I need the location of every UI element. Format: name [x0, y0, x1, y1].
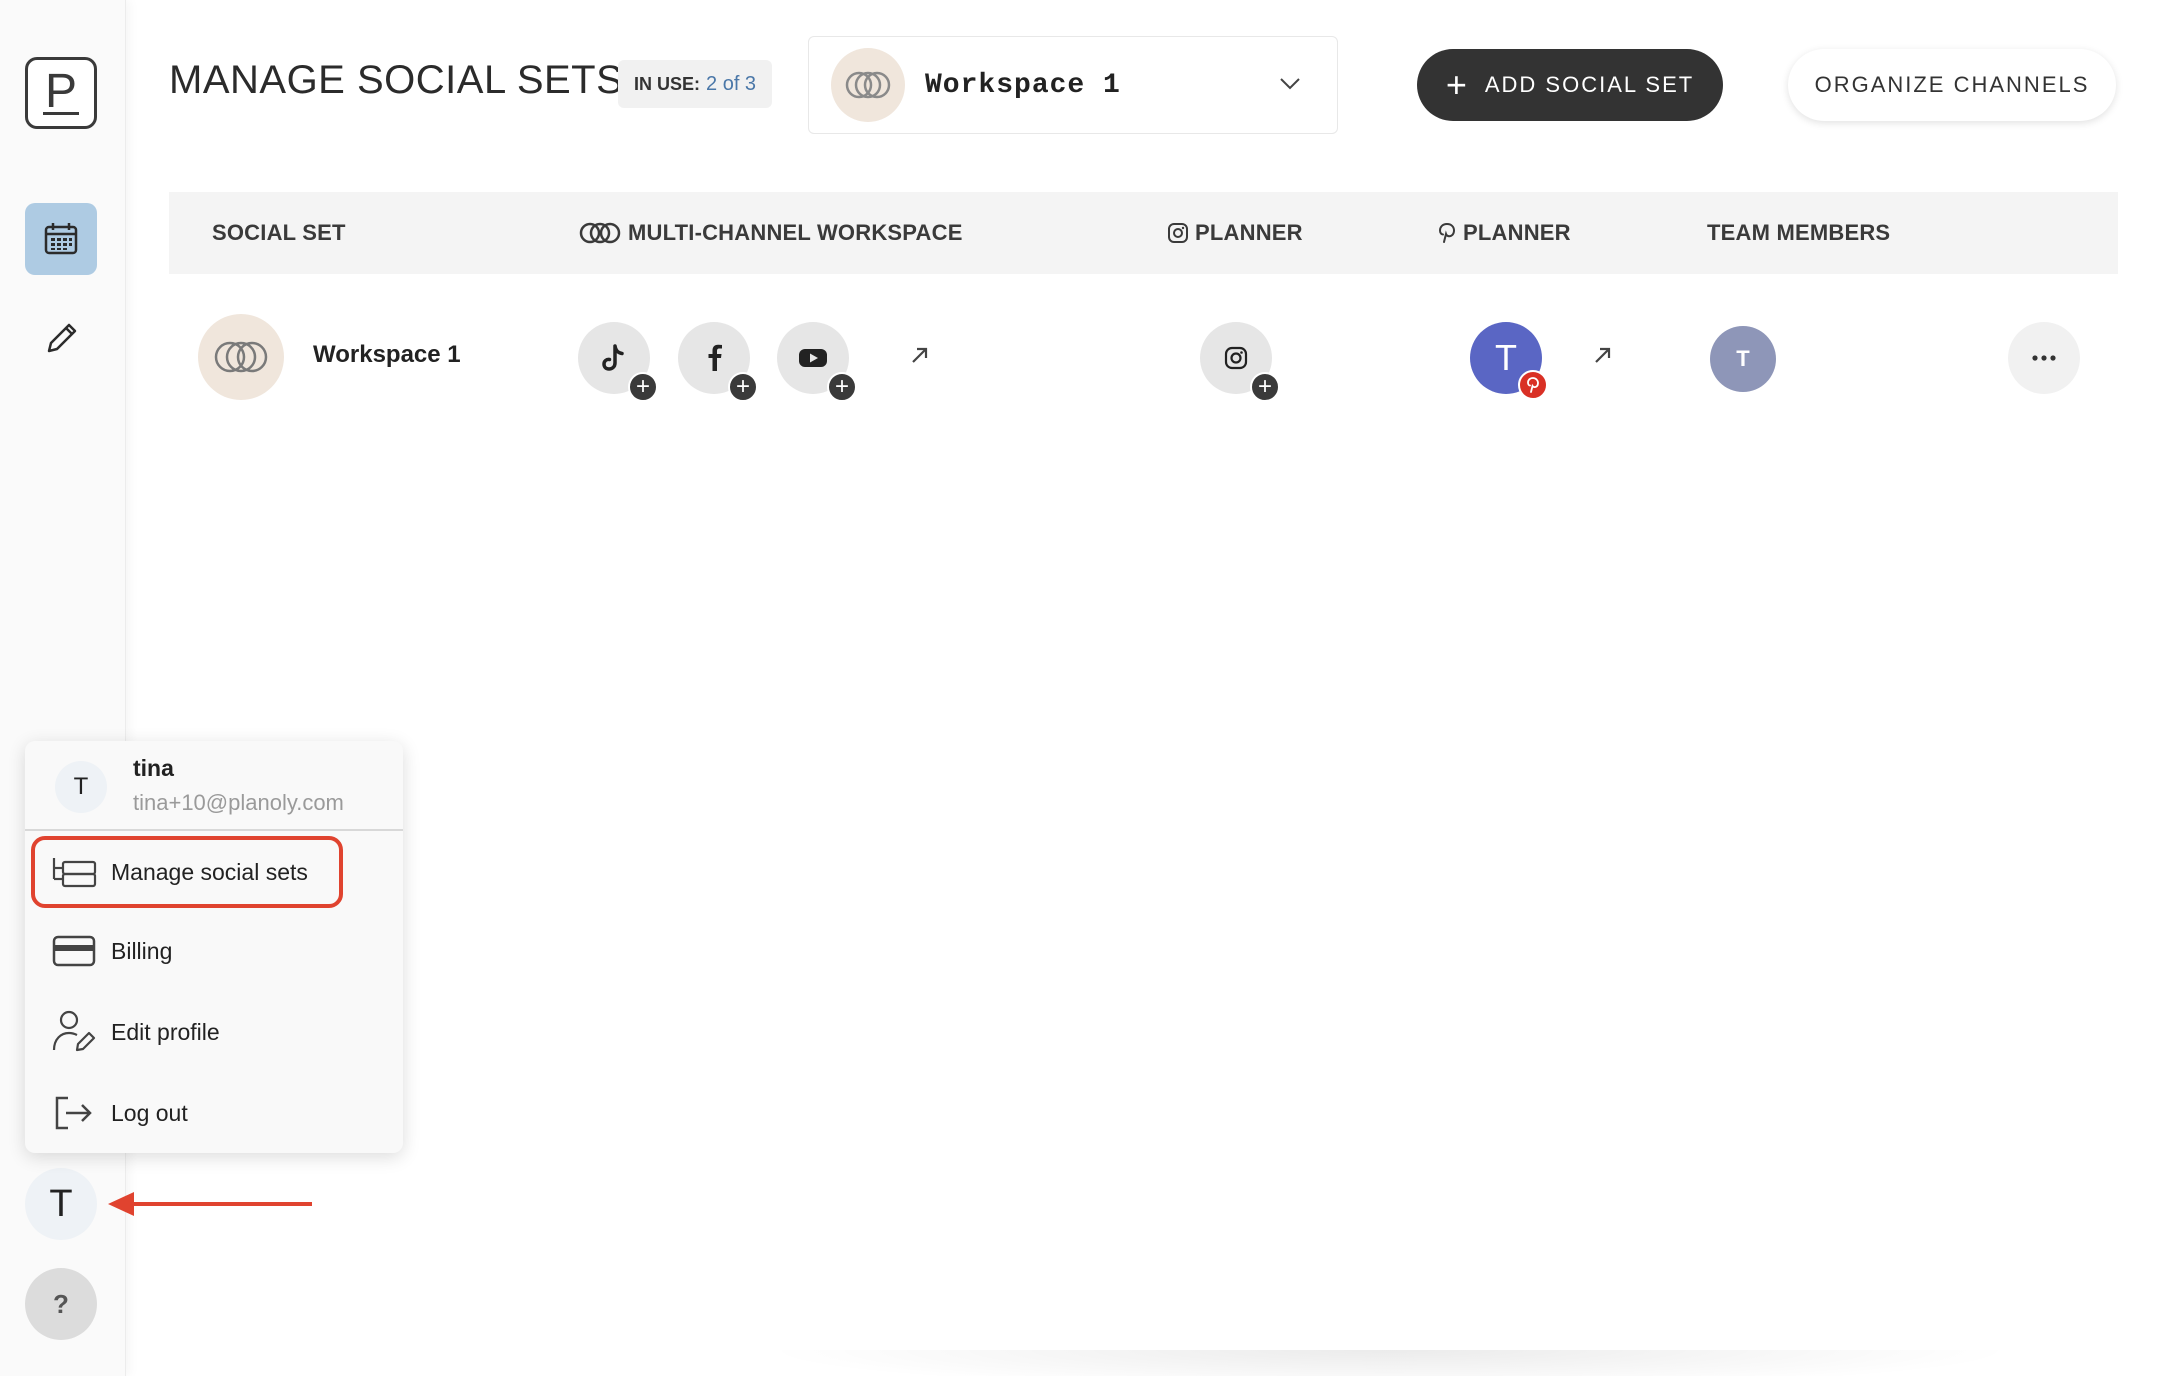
workspace-selector[interactable]: Workspace 1	[808, 36, 1338, 134]
col-multi-channel: MULTI-CHANNEL WORKSPACE	[578, 192, 963, 274]
tiktok-channel-button[interactable]: +	[578, 322, 658, 402]
menu-item-label: Edit profile	[111, 1018, 220, 1045]
help-button[interactable]: ?	[25, 1268, 97, 1340]
facebook-channel-button[interactable]: +	[678, 322, 758, 402]
usage-badge: IN USE: 2 of 3	[618, 60, 773, 108]
pinterest-avatar-letter: T	[1495, 337, 1517, 378]
usage-label: IN USE:	[634, 73, 701, 94]
user-avatar-letter: T	[73, 773, 89, 800]
more-options-button[interactable]	[2008, 322, 2080, 394]
menu-item-billing[interactable]: Billing	[25, 916, 403, 986]
sidebar: P T ?	[0, 0, 126, 1376]
plus-icon: +	[1445, 64, 1469, 105]
team-member-letter: T	[1736, 346, 1750, 371]
workspace-icon	[831, 48, 905, 122]
col-team-members-label: TEAM MEMBERS	[1707, 220, 1891, 245]
user-avatar: T	[55, 761, 107, 813]
user-avatar-letter: T	[49, 1182, 73, 1225]
instagram-icon	[1168, 223, 1188, 243]
add-channel-icon: +	[628, 372, 658, 402]
add-channel-icon: +	[1250, 372, 1280, 402]
col-social-set-label: SOCIAL SET	[212, 220, 346, 245]
workspace-rings-icon	[579, 222, 621, 244]
calendar-icon	[44, 223, 78, 255]
menu-item-label: Log out	[111, 1099, 188, 1126]
pencil-icon	[47, 323, 77, 353]
logo-letter: P	[42, 64, 79, 118]
calendar-nav-button[interactable]	[25, 203, 97, 275]
col-pinterest-planner-label: PLANNER	[1463, 220, 1571, 245]
chevron-down-icon	[1280, 78, 1300, 90]
page-title: MANAGE SOCIAL SETS	[169, 58, 624, 102]
team-member-avatar[interactable]: T	[1710, 326, 1776, 392]
pinterest-icon	[1438, 223, 1456, 243]
add-channel-icon: +	[728, 372, 758, 402]
user-menu: T tina tina+10@planoly.com Manage social…	[25, 741, 403, 1153]
credit-card-icon	[51, 930, 97, 972]
instagram-channel-button[interactable]: +	[1200, 322, 1280, 402]
table-header: SOCIAL SET MULTI-CHANNEL WORKSPACE PLANN…	[169, 192, 2118, 274]
col-instagram-planner: PLANNER	[1167, 192, 1303, 274]
workspace-icon	[198, 314, 284, 400]
edit-profile-icon	[51, 1010, 97, 1053]
menu-item-edit-profile[interactable]: Edit profile	[25, 997, 403, 1067]
pinterest-account-avatar[interactable]: T	[1470, 322, 1548, 400]
col-multi-channel-label: MULTI-CHANNEL WORKSPACE	[628, 220, 963, 245]
add-channel-icon: +	[827, 372, 857, 402]
open-link-icon[interactable]	[909, 344, 931, 366]
open-link-icon[interactable]	[1592, 344, 1614, 366]
user-menu-header: T tina tina+10@planoly.com	[25, 741, 403, 831]
col-team-members: TEAM MEMBERS	[1707, 192, 1890, 274]
arrow-annotation-icon	[108, 1192, 312, 1216]
scroll-shadow	[760, 1350, 2020, 1376]
organize-channels-button[interactable]: ORGANIZE CHANNELS	[1788, 49, 2116, 121]
workspace-name: Workspace 1	[925, 69, 1121, 101]
organize-channels-label: ORGANIZE CHANNELS	[1814, 72, 2090, 97]
table-row: Workspace 1 + + + + T T	[169, 300, 2118, 415]
tiktok-icon	[602, 344, 624, 371]
menu-item-label: Billing	[111, 937, 173, 964]
pinterest-icon	[1518, 370, 1548, 400]
col-instagram-planner-label: PLANNER	[1195, 220, 1303, 245]
create-nav-button[interactable]	[25, 303, 97, 375]
add-social-set-label: ADD SOCIAL SET	[1484, 72, 1695, 97]
youtube-channel-button[interactable]: +	[777, 322, 857, 402]
highlight-annotation	[31, 836, 343, 908]
add-social-set-button[interactable]: + ADD SOCIAL SET	[1417, 49, 1723, 121]
more-horizontal-icon	[2032, 355, 2056, 361]
menu-item-log-out[interactable]: Log out	[25, 1078, 403, 1148]
youtube-icon	[799, 349, 827, 367]
social-set-name[interactable]: Workspace 1	[313, 341, 461, 369]
col-social-set: SOCIAL SET	[212, 192, 346, 274]
user-email: tina+10@planoly.com	[133, 790, 344, 815]
usage-count: 2 of 3	[706, 72, 757, 95]
planoly-logo[interactable]: P	[25, 57, 97, 129]
facebook-icon	[708, 344, 722, 371]
user-avatar-button[interactable]: T	[25, 1168, 97, 1240]
col-pinterest-planner: PLANNER	[1437, 192, 1571, 274]
user-name: tina	[133, 755, 174, 781]
instagram-icon	[1224, 346, 1248, 370]
log-out-icon	[51, 1092, 97, 1134]
help-label: ?	[53, 1288, 69, 1319]
